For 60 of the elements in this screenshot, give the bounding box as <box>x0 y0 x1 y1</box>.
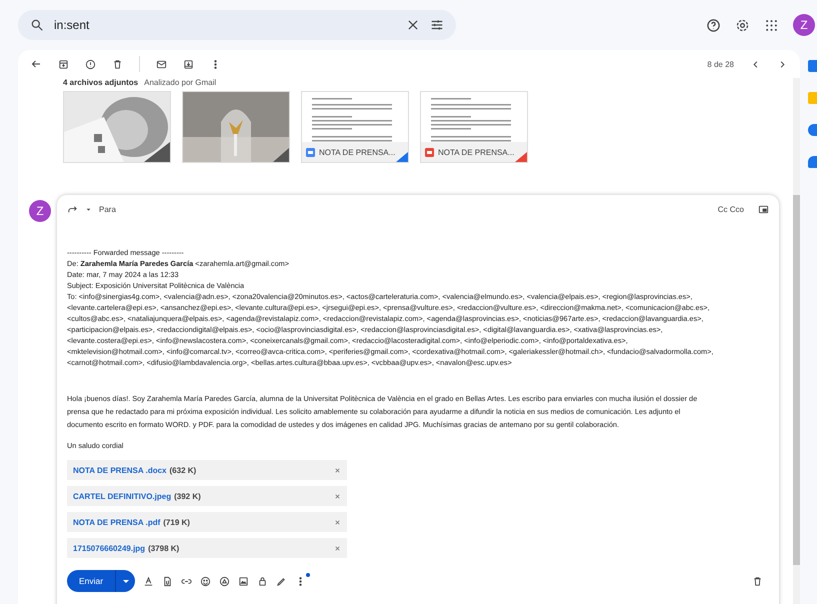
search-query: in:sent <box>54 18 90 32</box>
text-format-icon[interactable] <box>143 576 154 586</box>
remove-icon[interactable] <box>334 466 341 474</box>
pdf-icon <box>425 148 434 156</box>
cc-bcc-link[interactable]: Cc Cco <box>718 204 744 214</box>
file-link[interactable]: NOTA DE PRENSA .pdf <box>73 518 160 526</box>
image-icon[interactable] <box>238 576 250 586</box>
filter-icon[interactable] <box>430 18 444 32</box>
attachment-name: NOTA DE PRENSA... <box>438 148 514 156</box>
account-avatar[interactable]: Z <box>793 14 815 36</box>
mail-icon[interactable] <box>156 58 167 70</box>
pen-icon[interactable] <box>276 576 288 586</box>
search-icon[interactable] <box>30 18 44 32</box>
forward-icon[interactable] <box>67 204 78 214</box>
corner-icon <box>515 152 527 162</box>
apps-icon[interactable] <box>764 18 779 32</box>
remove-icon[interactable] <box>334 544 341 552</box>
file-size: (392 K) <box>174 492 201 500</box>
drive-icon[interactable] <box>219 576 230 586</box>
file-size: (719 K) <box>163 518 190 526</box>
attachment-chip[interactable]: NOTA DE PRENSA .docx (632 K) <box>67 460 347 480</box>
attachment-card[interactable]: NOTA DE PRENSA... <box>301 91 409 163</box>
sender-avatar: Z <box>29 200 51 222</box>
scan-note: Analizado por Gmail <box>144 78 216 87</box>
remove-icon[interactable] <box>334 518 341 526</box>
attachment-chip[interactable]: 1715076660249.jpg (3798 K) <box>67 538 347 558</box>
attachments-title: 4 archivos adjuntos <box>63 78 138 87</box>
archive-icon[interactable] <box>58 58 69 70</box>
corner-icon <box>396 152 408 162</box>
discard-icon[interactable] <box>752 576 763 586</box>
attachment-chip[interactable]: NOTA DE PRENSA .pdf (719 K) <box>67 512 347 532</box>
attachment-name: NOTA DE PRENSA... <box>319 148 396 156</box>
search-field[interactable]: in:sent <box>18 10 456 40</box>
file-link[interactable]: CARTEL DEFINITIVO.jpeg <box>73 492 172 500</box>
remove-icon[interactable] <box>334 492 341 500</box>
close-icon[interactable] <box>406 18 420 32</box>
popout-icon[interactable] <box>758 204 769 214</box>
settings-icon[interactable] <box>735 18 750 32</box>
report-icon[interactable] <box>85 58 96 70</box>
to-label[interactable]: Para <box>99 204 116 214</box>
file-link[interactable]: NOTA DE PRENSA .docx <box>73 466 166 474</box>
send-button[interactable]: Enviar <box>67 570 116 592</box>
notification-dot <box>306 572 310 576</box>
emoji-icon[interactable] <box>200 576 212 586</box>
file-size: (3798 K) <box>148 544 180 552</box>
delete-icon[interactable] <box>112 58 123 70</box>
help-icon[interactable] <box>706 18 721 32</box>
word-icon <box>306 148 315 156</box>
move-icon[interactable] <box>183 58 194 70</box>
page-counter: 8 de 28 <box>707 60 734 68</box>
file-link[interactable]: 1715076660249.jpg <box>73 544 146 552</box>
lock-icon[interactable] <box>257 576 268 586</box>
back-icon[interactable] <box>30 58 42 70</box>
attachment-card[interactable]: NOTA DE PRENSA... <box>420 91 528 163</box>
caret-icon <box>122 577 130 585</box>
scrollbar-thumb[interactable] <box>793 195 800 565</box>
send-options-button[interactable] <box>115 570 136 592</box>
attach-file-icon[interactable] <box>162 576 174 586</box>
attachment-chip[interactable]: CARTEL DEFINITIVO.jpeg (392 K) <box>67 486 347 506</box>
file-size: (632 K) <box>170 466 196 474</box>
